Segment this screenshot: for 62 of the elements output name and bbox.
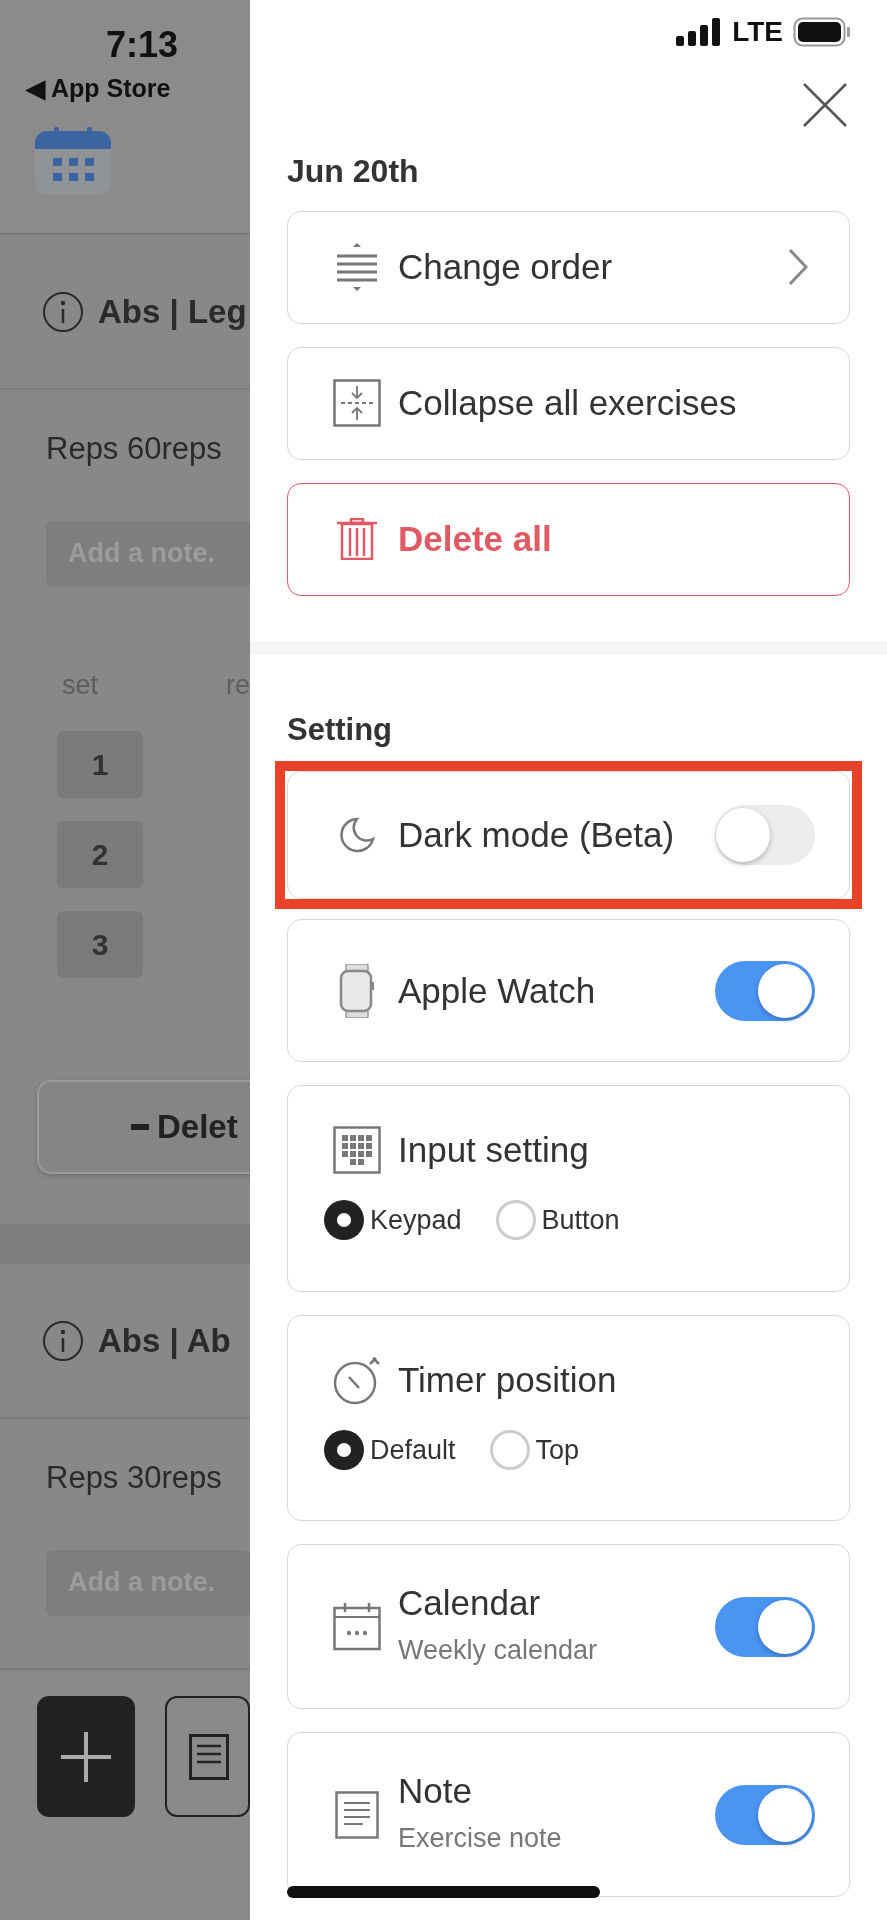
reps-text: Reps 60reps (46, 430, 223, 468)
toggle-switch[interactable] (715, 1596, 815, 1657)
radio-label: Button (541, 1204, 620, 1237)
radio-button[interactable] (495, 1200, 536, 1241)
toggle-switch[interactable] (715, 805, 815, 865)
collapse-icon (333, 379, 381, 428)
radio-label: Default (370, 1433, 456, 1467)
setting-label: Note (398, 1770, 473, 1813)
status-time: 7:13 (106, 23, 179, 67)
watch-icon (339, 963, 375, 1018)
moon-icon (337, 815, 377, 855)
radio-option[interactable]: Default (324, 1429, 456, 1470)
signal-icon (676, 18, 723, 47)
note-icon (335, 1790, 379, 1839)
radio-button[interactable] (324, 1429, 364, 1470)
setting-label: Timer position (398, 1358, 618, 1401)
add-button[interactable] (37, 1696, 135, 1817)
info-icon (42, 1319, 84, 1362)
date-heading: Jun 20th (287, 151, 420, 191)
network-label: LTE (732, 15, 783, 50)
battery-icon (793, 17, 851, 48)
reorder-icon (335, 243, 379, 292)
stopwatch-icon (332, 1354, 382, 1405)
radio-label: Keypad (370, 1204, 462, 1237)
calendar-app-icon[interactable] (34, 127, 112, 195)
chevron-right-icon (787, 247, 809, 288)
delete-all-button[interactable]: Delete all (287, 482, 850, 596)
note-button[interactable] (164, 1696, 250, 1817)
collapse-button[interactable]: Collapse all exercises (287, 346, 850, 460)
back-link[interactable]: ◀ App Store (26, 70, 171, 108)
minus-icon (131, 1124, 149, 1130)
info-icon (42, 290, 84, 333)
note-icon (188, 1733, 229, 1780)
setting-subtitle: Exercise note (398, 1822, 563, 1856)
radio-option[interactable]: Keypad (324, 1200, 462, 1241)
radio-option[interactable]: Button (495, 1200, 620, 1241)
exercise-title: Abs | Leg (98, 291, 247, 332)
setting-label: Dark mode (Beta) (398, 814, 676, 856)
setting-label: Apple Watch (398, 969, 597, 1012)
exercise-title: Abs | Ab (98, 1320, 231, 1361)
toggle-switch[interactable] (715, 1784, 815, 1845)
radio-button[interactable] (489, 1429, 530, 1470)
change-order-button[interactable]: Change order (287, 210, 850, 324)
toggle-switch[interactable] (715, 960, 815, 1021)
radio-button[interactable] (324, 1200, 364, 1241)
set-number: 1 (57, 731, 143, 798)
plus-icon (60, 1731, 111, 1782)
set-number: 2 (57, 821, 143, 888)
trash-icon (336, 518, 378, 561)
setting-label: Input setting (398, 1129, 590, 1171)
radio-label: Top (535, 1433, 580, 1467)
calendar-icon (333, 1602, 381, 1651)
delete-button[interactable]: Delet (37, 1080, 250, 1174)
close-button[interactable] (803, 82, 847, 127)
radio-option[interactable]: Top (489, 1429, 580, 1470)
keypad-icon (333, 1126, 381, 1174)
setting-subtitle: Weekly calendar (398, 1634, 599, 1668)
reps-text: Reps 30reps (46, 1459, 223, 1497)
close-icon (803, 82, 847, 127)
section-heading: Setting (287, 710, 394, 749)
setting-label: Calendar (398, 1582, 542, 1625)
set-number: 3 (57, 911, 143, 978)
